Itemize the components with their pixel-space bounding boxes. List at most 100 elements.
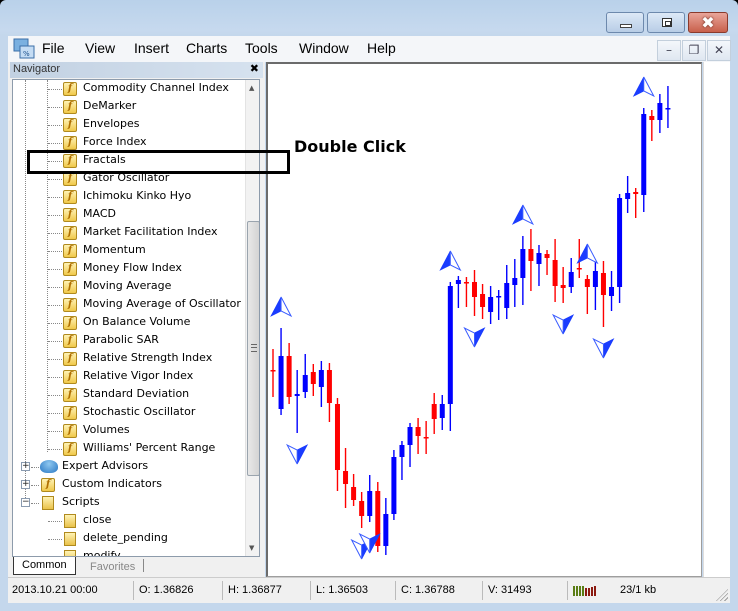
candle-body [504, 283, 510, 308]
status-divider [222, 581, 223, 600]
resize-grip-icon[interactable] [716, 589, 728, 601]
fractal-arrow-outline [449, 250, 462, 272]
status-divider [133, 581, 134, 600]
fractal-arrow-outline [551, 313, 564, 335]
candle-body [480, 294, 486, 307]
menu-tools[interactable]: Tools [245, 40, 278, 56]
navigator-close-button[interactable]: ✖ [250, 62, 259, 75]
tree-item-indicator[interactable]: f DeMarker [13, 98, 245, 116]
tree-group-scripts[interactable]: − Scripts [13, 494, 245, 512]
indicator-icon: f [63, 352, 77, 366]
candle [359, 492, 365, 528]
fractal-arrow-fill [474, 327, 486, 348]
fractal-arrow-outline [643, 76, 655, 98]
indicator-icon: f [63, 298, 77, 312]
tree-branch-line [48, 413, 62, 414]
tree-item-indicator[interactable]: f Parabolic SAR [13, 332, 245, 350]
chart-minimize-button[interactable]: – [657, 40, 681, 61]
menu-file[interactable]: File [42, 40, 65, 56]
app-window: ✖ % File View Insert Charts Tools Window… [0, 0, 738, 611]
candle [496, 290, 502, 320]
indicator-icon: f [63, 100, 77, 114]
window-close-button[interactable]: ✖ [688, 12, 728, 33]
window-maximize-button[interactable] [647, 12, 685, 33]
candle-body [584, 279, 590, 287]
fractal-arrow-outline [592, 337, 604, 359]
fractal-up-arrow [270, 296, 293, 318]
tree-item-indicator[interactable]: f Momentum [13, 242, 245, 260]
menu-insert[interactable]: Insert [134, 40, 169, 56]
chart-close-button[interactable]: ✕ [707, 40, 731, 61]
tab-common[interactable]: Common [13, 557, 76, 575]
script-icon [64, 514, 76, 528]
candle [270, 349, 276, 397]
candle [520, 236, 526, 305]
candle [536, 245, 542, 286]
tree-item-indicator[interactable]: f Standard Deviation [13, 386, 245, 404]
tree-item-indicator[interactable]: f Moving Average [13, 278, 245, 296]
fractal-arrow-fill [439, 250, 451, 271]
fractal-arrow-fill [511, 204, 524, 225]
tree-group-expert-advisors[interactable]: + Expert Advisors [13, 458, 245, 476]
scroll-up-arrow-icon[interactable]: ▲ [249, 84, 254, 92]
fractal-down-arrow [286, 443, 309, 465]
tree-item-indicator[interactable]: f Relative Vigor Index [13, 368, 245, 386]
tree-item-indicator[interactable]: f Market Facilitation Index [13, 224, 245, 242]
tree-branch-line [48, 197, 62, 198]
double-click-annotation: Double Click [294, 137, 406, 156]
indicator-icon: f [63, 136, 77, 150]
fractal-arrow-outline [522, 204, 535, 226]
tree-item-indicator[interactable]: f Volumes [13, 422, 245, 440]
app-logo-icon: % [13, 38, 35, 59]
script-label: close [83, 513, 112, 526]
expand-icon[interactable]: + [21, 480, 30, 489]
candle-body [383, 514, 389, 546]
tree-branch-line [48, 305, 62, 306]
scrollbar-thumb[interactable] [247, 221, 259, 476]
tree-branch-line [31, 467, 39, 468]
window-minimize-button[interactable] [606, 12, 644, 33]
fractal-arrow-fill [270, 296, 282, 317]
tree-item-indicator[interactable]: f Ichimoku Kinko Hyo [13, 188, 245, 206]
candle-body [270, 370, 276, 372]
connection-bars-icon [573, 586, 596, 596]
close-icon: ✖ [701, 13, 715, 32]
status-divider [395, 581, 396, 600]
minimize-icon [620, 24, 632, 28]
tab-favorites[interactable]: Favorites [82, 559, 145, 573]
candle-body [617, 198, 623, 287]
menu-help[interactable]: Help [367, 40, 396, 56]
collapse-icon[interactable]: − [21, 498, 30, 507]
candle-body [407, 427, 413, 445]
tree-item-indicator[interactable]: f Commodity Channel Index [13, 80, 245, 98]
menu-view[interactable]: View [85, 40, 115, 56]
tree-group-custom-indicators[interactable]: + f Custom Indicators [13, 476, 245, 494]
candle-body [391, 457, 397, 514]
scroll-down-arrow-icon[interactable]: ▼ [249, 544, 254, 552]
tree-branch-line [48, 431, 62, 432]
chart-restore-button[interactable]: ❐ [682, 40, 706, 61]
tree-branch-line [48, 359, 62, 360]
tree-item-indicator[interactable]: f MACD [13, 206, 245, 224]
tree-item-indicator[interactable]: f Relative Strength Index [13, 350, 245, 368]
candle [560, 267, 566, 303]
tree-item-script[interactable]: modify [13, 548, 245, 556]
navigator-tabs: Common Favorites [12, 557, 260, 577]
tree-item-indicator[interactable]: f Envelopes [13, 116, 245, 134]
tree-item-script[interactable]: close [13, 512, 245, 530]
tree-item-indicator[interactable]: f Williams' Percent Range [13, 440, 245, 458]
fractal-arrow-fill [632, 76, 645, 97]
candle-body [552, 260, 558, 286]
tree-item-indicator[interactable]: f On Balance Volume [13, 314, 245, 332]
group-label: Custom Indicators [62, 477, 162, 490]
menu-window[interactable]: Window [299, 40, 349, 56]
candle-body [359, 501, 365, 516]
menu-charts[interactable]: Charts [186, 40, 227, 56]
tree-item-indicator[interactable]: f Money Flow Index [13, 260, 245, 278]
tree-item-indicator[interactable]: f Stochastic Oscillator [13, 404, 245, 422]
candle [641, 108, 647, 212]
indicator-label: Parabolic SAR [83, 333, 159, 346]
tree-item-script[interactable]: delete_pending [13, 530, 245, 548]
tree-item-indicator[interactable]: f Moving Average of Oscillator [13, 296, 245, 314]
expand-icon[interactable]: + [21, 462, 30, 471]
